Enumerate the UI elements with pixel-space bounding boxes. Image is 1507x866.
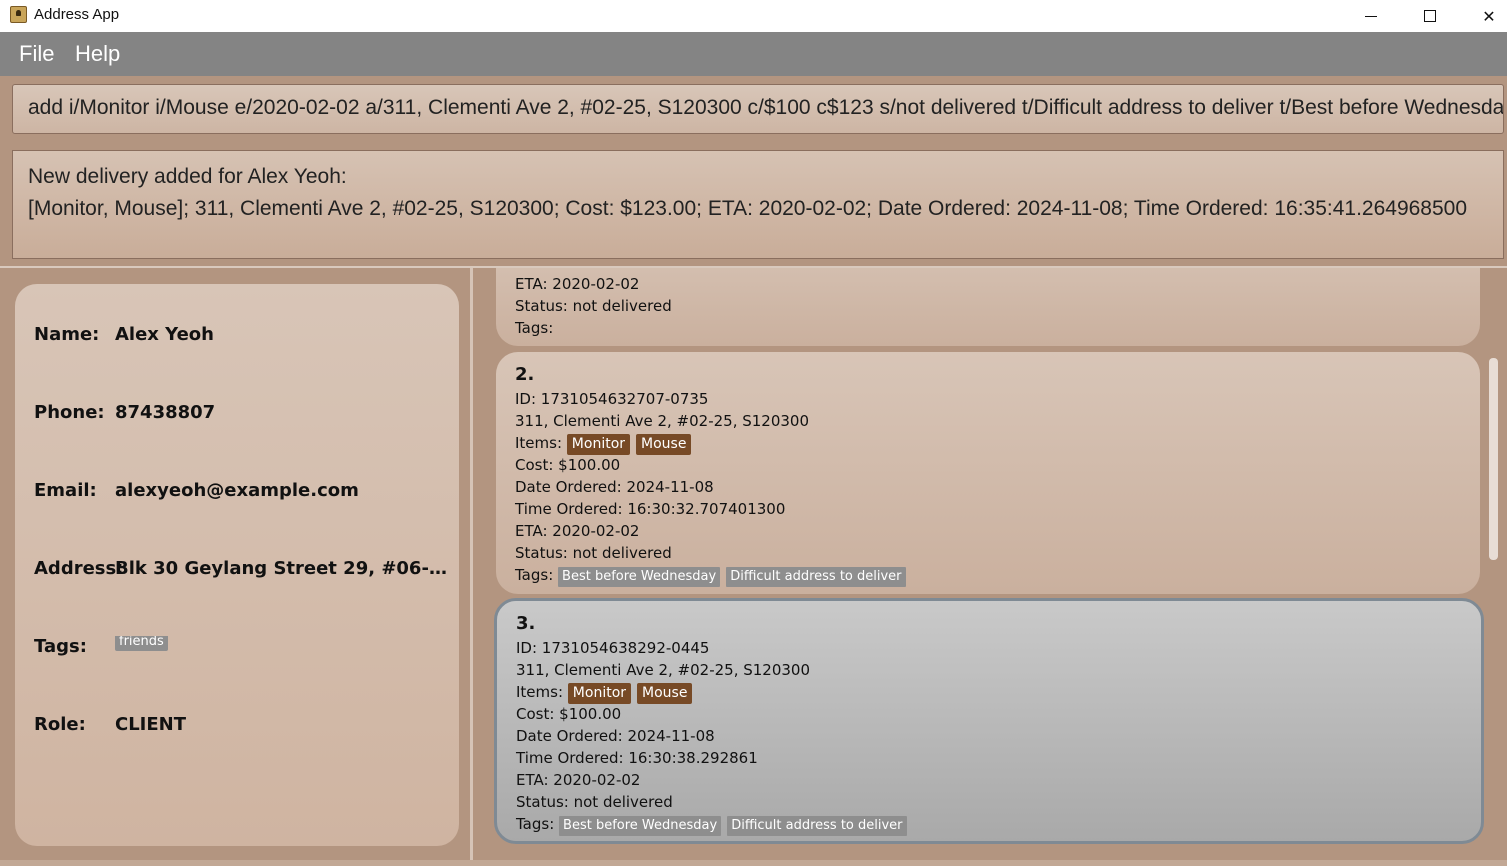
delivery-address: 311, Clementi Ave 2, #02-25, S120300 xyxy=(515,412,810,430)
maximize-icon xyxy=(1424,10,1436,22)
delivery-time-ordered: Time Ordered: 16:30:32.707401300 xyxy=(515,500,786,518)
status-bar xyxy=(0,860,1507,866)
person-role-row: Role: CLIENT xyxy=(34,714,455,735)
person-address-row: Address: Blk 30 Geylang Street 29, #06-4… xyxy=(34,558,455,579)
delivery-status: Status: not delivered xyxy=(515,297,672,315)
maximize-button[interactable] xyxy=(1401,0,1459,32)
person-role: CLIENT xyxy=(115,714,187,735)
person-address: Blk 30 Geylang Street 29, #06-40, S120… xyxy=(115,558,455,579)
app-icon xyxy=(10,6,27,23)
delivery-time-ordered: Time Ordered: 16:30:38.292861 xyxy=(516,749,758,767)
command-input[interactable]: add i/Monitor i/Mouse e/2020-02-02 a/311… xyxy=(12,84,1504,134)
delivery-eta: ETA: 2020-02-02 xyxy=(516,771,641,789)
name-label: Name: xyxy=(34,324,100,345)
delivery-cost: Cost: $100.00 xyxy=(515,456,621,474)
result-area: New delivery added for Alex Yeoh: [Monit… xyxy=(0,142,1507,266)
delivery-card-partial[interactable]: ETA: 2020-02-02 Status: not delivered Ta… xyxy=(496,268,1480,346)
delivery-eta: ETA: 2020-02-02 xyxy=(515,275,640,293)
delivery-cost: Cost: $100.00 xyxy=(516,705,622,723)
person-tag: friends xyxy=(115,636,168,651)
delivery-date-ordered: Date Ordered: 2024-11-08 xyxy=(515,478,714,496)
close-icon: ✕ xyxy=(1482,6,1496,26)
delivery-index: 3. xyxy=(516,613,536,634)
person-email: alexyeoh@example.com xyxy=(115,480,359,501)
delivery-tag: Difficult address to deliver xyxy=(727,816,907,836)
delivery-items-row: Items: Monitor Mouse xyxy=(516,681,1481,704)
delivery-tag: Best before Wednesday xyxy=(558,567,721,587)
delivery-id: ID: 1731054638292-0445 xyxy=(516,639,710,657)
person-phone: 87438807 xyxy=(115,402,216,423)
menu-help[interactable]: Help xyxy=(75,41,120,67)
delivery-address: 311, Clementi Ave 2, #02-25, S120300 xyxy=(516,661,811,679)
item-tag: Monitor xyxy=(566,434,631,455)
delivery-items-label: Items: xyxy=(515,434,563,452)
delivery-tags-label: Tags: xyxy=(515,319,554,337)
address-label: Address: xyxy=(34,558,124,579)
delivery-card-selected[interactable]: 3. ID: 1731054638292-0445 311, Clementi … xyxy=(494,598,1484,844)
delivery-status: Status: not delivered xyxy=(516,793,673,811)
delivery-date-ordered: Date Ordered: 2024-11-08 xyxy=(516,727,715,745)
delivery-tags-row: Tags: Best before Wednesday Difficult add… xyxy=(516,813,1481,836)
person-panel: Name: Alex Yeoh Phone: 87438807 Email: a… xyxy=(0,268,471,866)
delivery-id: ID: 1731054632707-0735 xyxy=(515,390,709,408)
delivery-items-row: Items: Monitor Mouse xyxy=(515,432,1480,455)
item-tag: Mouse xyxy=(637,683,693,704)
person-card[interactable]: Name: Alex Yeoh Phone: 87438807 Email: a… xyxy=(15,284,459,846)
command-area: add i/Monitor i/Mouse e/2020-02-02 a/311… xyxy=(0,76,1507,142)
item-tag: Mouse xyxy=(636,434,692,455)
delivery-items-label: Items: xyxy=(516,683,564,701)
delivery-status: Status: not delivered xyxy=(515,544,672,562)
delivery-tags-label: Tags: xyxy=(516,815,555,833)
result-display: New delivery added for Alex Yeoh: [Monit… xyxy=(12,150,1504,259)
person-name: Alex Yeoh xyxy=(115,324,214,345)
delivery-eta: ETA: 2020-02-02 xyxy=(515,522,640,540)
person-email-row: Email: alexyeoh@example.com xyxy=(34,480,455,501)
delivery-index: 2. xyxy=(515,364,535,385)
delivery-tags-row: Tags: Best before Wednesday Difficult add… xyxy=(515,564,1480,587)
menu-bar: File Help xyxy=(0,32,1507,76)
tags-label: Tags: xyxy=(34,636,87,657)
person-name-row: Name: Alex Yeoh xyxy=(34,324,455,345)
minimize-icon xyxy=(1365,15,1377,17)
window-title: Address App xyxy=(34,6,120,23)
delivery-tag: Difficult address to deliver xyxy=(726,567,906,587)
delivery-list[interactable]: ETA: 2020-02-02 Status: not delivered Ta… xyxy=(473,268,1507,866)
item-tag: Monitor xyxy=(567,683,632,704)
result-line-1: New delivery added for Alex Yeoh: xyxy=(28,165,347,188)
menu-file[interactable]: File xyxy=(19,41,54,67)
close-button[interactable]: ✕ xyxy=(1460,0,1507,32)
title-bar: Address App ✕ xyxy=(0,0,1507,32)
scrollbar-thumb[interactable] xyxy=(1489,358,1498,560)
minimize-button[interactable] xyxy=(1342,0,1400,32)
role-label: Role: xyxy=(34,714,86,735)
result-line-2: [Monitor, Mouse]; 311, Clementi Ave 2, #… xyxy=(28,197,1468,220)
person-phone-row: Phone: 87438807 xyxy=(34,402,455,423)
person-tags-row: Tags: friends xyxy=(34,636,455,658)
delivery-tag: Best before Wednesday xyxy=(559,816,722,836)
phone-label: Phone: xyxy=(34,402,105,423)
email-label: Email: xyxy=(34,480,97,501)
delivery-tags-label: Tags: xyxy=(515,566,554,584)
delivery-card[interactable]: 2. ID: 1731054632707-0735 311, Clementi … xyxy=(496,352,1480,594)
